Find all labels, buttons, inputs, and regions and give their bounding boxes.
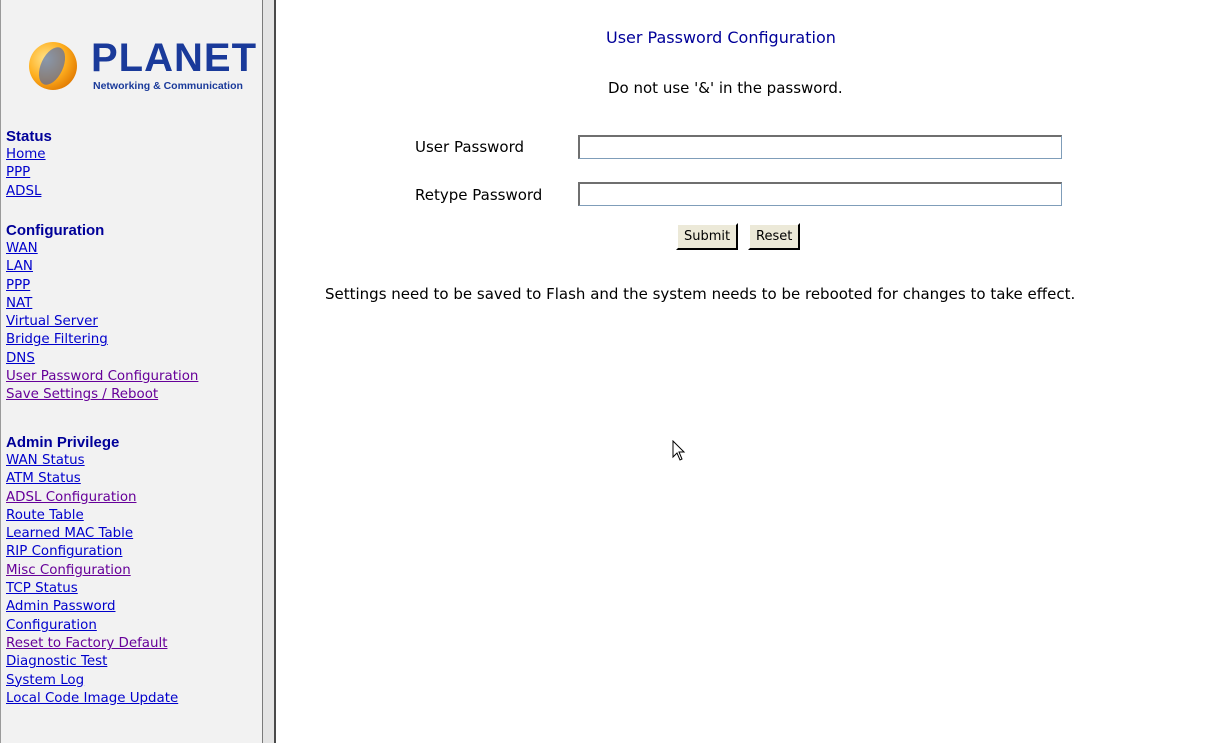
nav-link-local-code-image-update[interactable]: Local Code Image Update [6,690,178,708]
logo-brand: PLANET [91,36,257,80]
nav-link-admin-password-configuration[interactable]: Configuration [6,617,178,635]
sidebar: PLANET Networking & Communication Status… [0,0,262,743]
nav-link-reset-factory-default[interactable]: Reset to Factory Default [6,635,178,653]
nav-link-adsl-configuration[interactable]: ADSL Configuration [6,489,178,507]
nav-link-ppp[interactable]: PPP [6,277,198,295]
user-password-input[interactable] [578,135,1062,159]
retype-password-label: Retype Password [415,186,543,204]
page-title: User Password Configuration [606,28,836,47]
nav-link-rip-configuration[interactable]: RIP Configuration [6,543,178,561]
submit-button[interactable]: Submit [676,223,739,250]
planet-logo: PLANET Networking & Communication [27,32,256,94]
main-content: User Password Configuration Do not use '… [276,0,1226,743]
nav-link-tcp-status[interactable]: TCP Status [6,580,178,598]
nav-link-ppp-status[interactable]: PPP [6,164,52,182]
nav-link-misc-configuration[interactable]: Misc Configuration [6,562,178,580]
nav-link-route-table[interactable]: Route Table [6,507,178,525]
nav-section-status: Status Home PPP ADSL [6,128,52,201]
user-password-label: User Password [415,138,525,156]
nav-link-virtual-server[interactable]: Virtual Server [6,313,198,331]
footer-note: Settings need to be saved to Flash and t… [325,285,1076,303]
nav-link-admin-password[interactable]: Admin Password [6,598,178,616]
nav-link-user-password-configuration[interactable]: User Password Configuration [6,368,198,386]
nav-link-wan[interactable]: WAN [6,240,198,258]
nav-link-adsl-status[interactable]: ADSL [6,183,52,201]
frame-divider[interactable] [262,0,276,743]
nav-link-dns[interactable]: DNS [6,350,198,368]
planet-globe-icon [29,42,77,90]
nav-link-nat[interactable]: NAT [6,295,198,313]
nav-link-lan[interactable]: LAN [6,258,198,276]
mouse-pointer-icon [672,440,686,461]
retype-password-input[interactable] [578,182,1062,206]
password-notice: Do not use '&' in the password. [608,79,843,97]
logo-tagline: Networking & Communication [93,80,243,92]
nav-link-bridge-filtering[interactable]: Bridge Filtering [6,331,198,349]
nav-heading-admin: Admin Privilege [6,434,120,451]
nav-link-wan-status[interactable]: WAN Status [6,452,178,470]
nav-link-diagnostic-test[interactable]: Diagnostic Test [6,653,178,671]
nav-link-atm-status[interactable]: ATM Status [6,470,178,488]
nav-link-home[interactable]: Home [6,146,52,164]
nav-section-admin: Admin Privilege WAN Status ATM Status AD… [6,434,178,708]
nav-section-configuration: Configuration WAN LAN PPP NAT Virtual Se… [6,222,198,405]
nav-heading-status: Status [6,128,52,145]
nav-heading-configuration: Configuration [6,222,105,239]
nav-link-system-log[interactable]: System Log [6,672,178,690]
reset-button[interactable]: Reset [748,223,801,250]
nav-link-learned-mac-table[interactable]: Learned MAC Table [6,525,178,543]
nav-link-save-settings-reboot[interactable]: Save Settings / Reboot [6,386,198,404]
